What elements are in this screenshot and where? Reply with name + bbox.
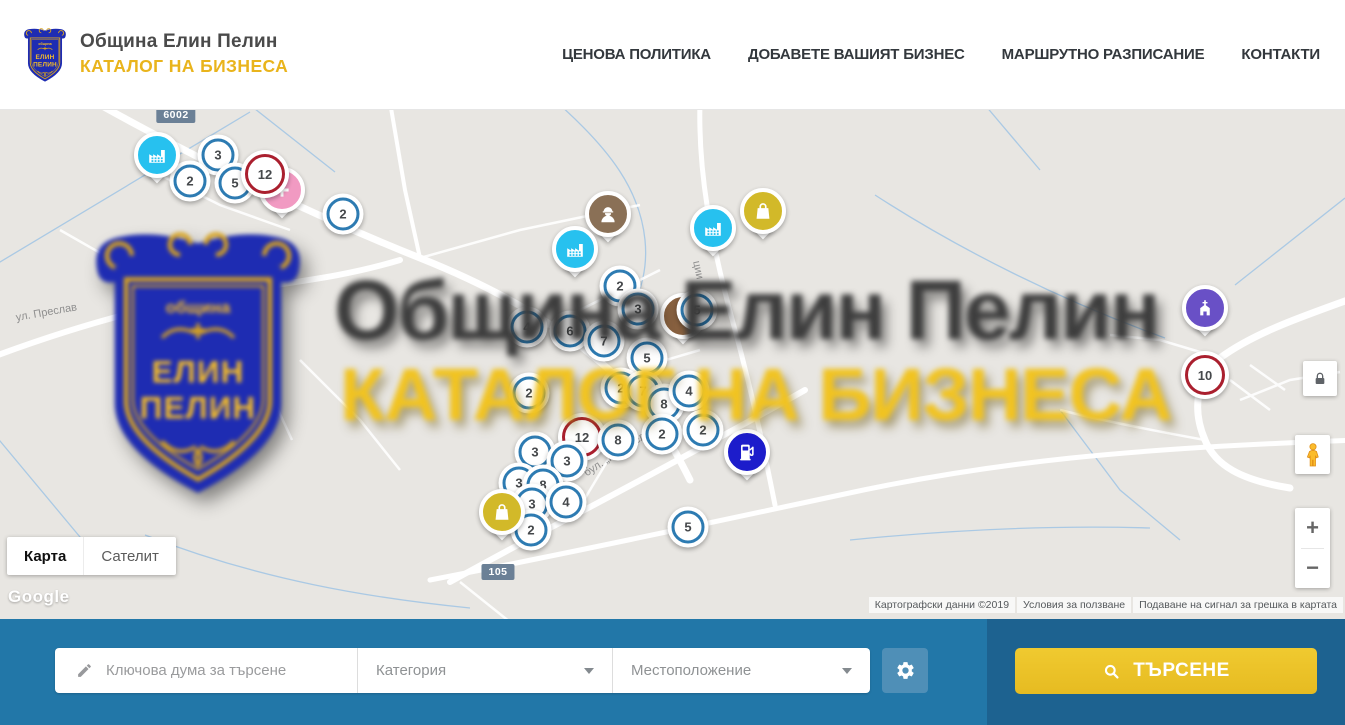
search-button[interactable]: ТЪРСЕНЕ [1015, 648, 1317, 694]
cluster-marker[interactable]: 4 [546, 482, 587, 523]
brand-logo-block[interactable]: община ЕЛИН ПЕЛИН Община Елин Пелин КАТА… [22, 22, 288, 86]
cluster-marker[interactable]: 2 [642, 414, 683, 455]
cluster-marker[interactable]: 7 [584, 321, 625, 362]
cluster-marker[interactable]: 4 [669, 371, 710, 412]
markers-layer: 325122235467522784128223338345210 [0, 110, 1345, 619]
zoom-out-button[interactable]: − [1295, 549, 1330, 589]
main-nav: ЦЕНОВА ПОЛИТИКА ДОБАВЕТЕ ВАШИЯТ БИЗНЕС М… [562, 0, 1320, 109]
factory-icon [690, 205, 736, 251]
bag-icon [479, 489, 525, 535]
chevron-down-icon [842, 668, 852, 674]
page: община ЕЛИН ПЕЛИН Община Елин Пелин КАТА… [0, 0, 1345, 725]
advanced-settings-button[interactable] [882, 648, 928, 693]
cluster-marker[interactable]: 5 [668, 507, 709, 548]
nav-item-pricing[interactable]: ЦЕНОВА ПОЛИТИКА [562, 46, 711, 63]
cluster-marker[interactable]: 3 [618, 289, 659, 330]
search-button-label: ТЪРСЕНЕ [1133, 660, 1230, 682]
header: община ЕЛИН ПЕЛИН Община Елин Пелин КАТА… [0, 0, 1345, 110]
category-select[interactable]: Категория [357, 648, 612, 693]
site-subtitle: КАТАЛОГ НА БИЗНЕСА [80, 56, 288, 77]
attribution-copyright: Картографски данни ©2019 [869, 597, 1015, 613]
location-select[interactable]: Местоположение [612, 648, 870, 693]
cluster-marker[interactable]: 2 [683, 410, 724, 451]
shield-top-word: община [38, 42, 51, 46]
cluster-marker[interactable]: 2 [509, 373, 550, 414]
map-attribution: Картографски данни ©2019 Условия за полз… [869, 597, 1343, 613]
bag-pin-marker[interactable] [479, 489, 525, 535]
shield-name-line1: ЕЛИН [35, 54, 54, 61]
attribution-report-error-link[interactable]: Подаване на сигнал за грешка в картата [1133, 597, 1343, 613]
lock-button[interactable] [1303, 361, 1337, 396]
factory-icon [552, 226, 598, 272]
factory-pin-marker[interactable] [552, 226, 598, 272]
padlock-icon [1312, 371, 1328, 387]
map-canvas[interactable]: 325122235467522784128223338345210 община… [0, 110, 1345, 619]
nav-item-route-schedule[interactable]: МАРШРУТНО РАЗПИСАНИЕ [1002, 46, 1205, 63]
church-pin-marker[interactable] [1182, 285, 1228, 331]
tab-map[interactable]: Карта [7, 537, 83, 575]
fuel-pin-marker[interactable] [724, 429, 770, 475]
fuel-icon [724, 429, 770, 475]
google-logo[interactable]: Google [8, 587, 70, 607]
cluster-marker[interactable]: 8 [598, 420, 639, 461]
cluster-marker[interactable]: 4 [507, 307, 548, 348]
chevron-down-icon [584, 668, 594, 674]
pencil-icon [76, 662, 93, 679]
tab-satellite[interactable]: Сателит [83, 537, 176, 575]
cluster-marker[interactable]: 10 [1181, 351, 1229, 399]
cluster-marker[interactable]: 2 [323, 194, 364, 235]
factory-icon [134, 132, 180, 178]
shield-name-line2: ПЕЛИН [33, 61, 57, 68]
site-title: Община Елин Пелин [80, 31, 288, 53]
search-form: Категория Местоположение [55, 648, 870, 693]
bag-pin-marker[interactable] [740, 188, 786, 234]
cluster-marker[interactable]: 5 [677, 290, 718, 331]
attribution-terms-link[interactable]: Условия за ползване [1017, 597, 1131, 613]
map-type-control: Карта Сателит [7, 537, 176, 575]
magnifier-icon [1102, 662, 1121, 681]
keyword-input[interactable] [106, 662, 357, 679]
zoom-in-button[interactable]: + [1295, 508, 1330, 548]
church-icon [1182, 285, 1228, 331]
nav-item-contacts[interactable]: КОНТАКТИ [1241, 46, 1320, 63]
factory-pin-marker[interactable] [134, 132, 180, 178]
bag-icon [740, 188, 786, 234]
cluster-marker[interactable]: 12 [241, 150, 289, 198]
zoom-control: + − [1295, 508, 1330, 588]
location-placeholder: Местоположение [631, 662, 751, 679]
factory-pin-marker[interactable] [690, 205, 736, 251]
nav-item-add-business[interactable]: ДОБАВЕТЕ ВАШИЯТ БИЗНЕС [748, 46, 965, 63]
street-view-pegman-button[interactable] [1295, 435, 1330, 474]
category-placeholder: Категория [376, 662, 446, 679]
search-bar: Категория Местоположение ТЪРСЕНЕ [0, 619, 1345, 725]
municipality-crest-icon: община ЕЛИН ПЕЛИН [22, 22, 68, 86]
gear-icon [895, 660, 916, 681]
pegman-icon [1302, 441, 1324, 469]
keyword-field [55, 648, 357, 693]
